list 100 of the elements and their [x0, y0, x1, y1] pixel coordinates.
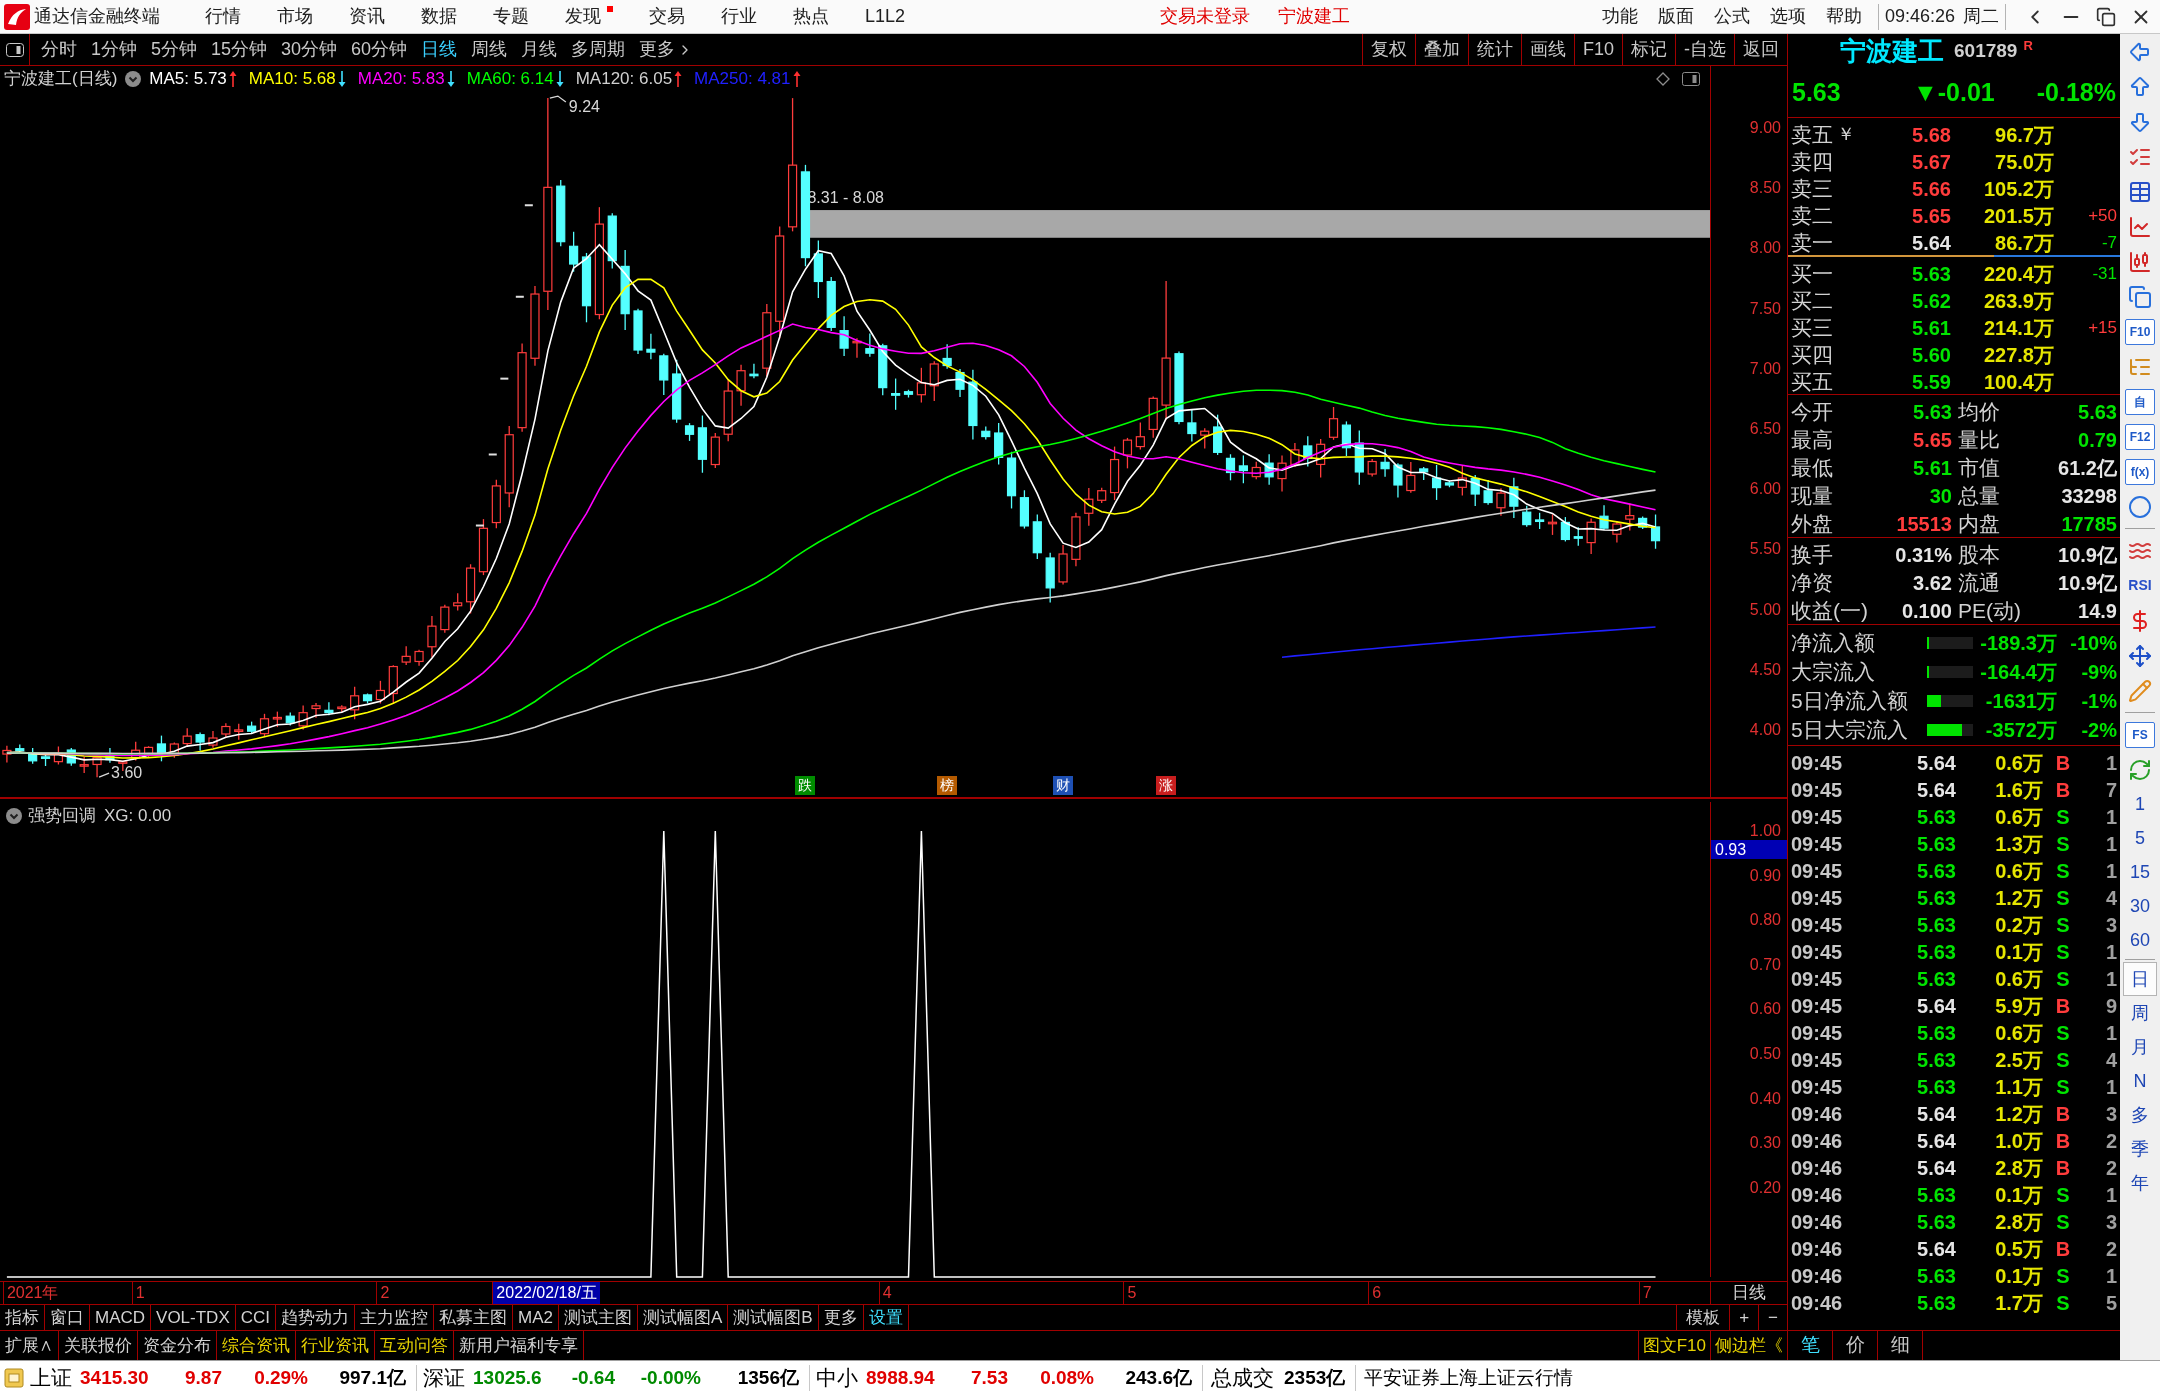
- panel-toggle-icon[interactable]: [4, 1368, 24, 1388]
- candlestick-icon[interactable]: [2128, 249, 2152, 274]
- book-level-label: 买四: [1791, 342, 1833, 368]
- period-tab[interactable]: 周线: [464, 34, 515, 65]
- tool-button[interactable]: f(x): [2125, 458, 2155, 485]
- circle-icon[interactable]: [2128, 494, 2152, 519]
- indicator-tab[interactable]: CCI: [235, 1305, 277, 1330]
- dropdown-icon[interactable]: [125, 71, 142, 87]
- period-tab[interactable]: 日线: [414, 34, 465, 65]
- template-button[interactable]: +: [1729, 1305, 1759, 1330]
- indicator-tab[interactable]: VOL-TDX: [151, 1305, 236, 1330]
- period-tab[interactable]: 60分钟: [344, 34, 415, 65]
- template-button[interactable]: 模板: [1676, 1305, 1730, 1330]
- period-option[interactable]: N: [2123, 1064, 2157, 1098]
- period-tab[interactable]: 更多: [632, 34, 701, 65]
- dropdown-icon[interactable]: [6, 807, 22, 824]
- menu-item[interactable]: 热点: [793, 3, 829, 30]
- tool-button[interactable]: FS: [2125, 721, 2155, 748]
- menu-item[interactable]: 选项: [1759, 3, 1816, 30]
- period-tab[interactable]: 多周期: [564, 34, 633, 65]
- trade-volume: 1.3万: [1994, 832, 2043, 857]
- period-option[interactable]: 周: [2123, 996, 2157, 1030]
- chart-tool-button[interactable]: 统计: [1468, 34, 1522, 65]
- panel-icon[interactable]: [1682, 72, 1700, 86]
- date-label: 2022/02/18/五: [492, 1282, 600, 1304]
- period-tab[interactable]: 分时: [34, 34, 84, 65]
- period-tab[interactable]: 1分钟: [84, 34, 144, 65]
- leader-line: [98, 772, 110, 778]
- move-icon[interactable]: [2128, 643, 2152, 668]
- menu-item[interactable]: 行业: [721, 3, 757, 30]
- event-marker[interactable]: 跌: [795, 776, 816, 795]
- event-marker[interactable]: 涨: [1156, 776, 1177, 795]
- table-icon[interactable]: [2128, 179, 2152, 204]
- period-option[interactable]: 日: [2123, 962, 2157, 996]
- indicator-tab[interactable]: MACD: [90, 1305, 152, 1330]
- indicator-tab[interactable]: 窗口: [45, 1305, 90, 1330]
- menu-item[interactable]: 公式: [1703, 3, 1760, 30]
- tool-button[interactable]: F10: [2125, 318, 2155, 345]
- login-status[interactable]: 交易未登录: [1160, 3, 1251, 30]
- period-option[interactable]: 1: [2123, 787, 2157, 821]
- menu-item[interactable]: 市场: [277, 3, 313, 30]
- period-tab[interactable]: 15分钟: [204, 34, 275, 65]
- indicator-tab[interactable]: 测试幅图A: [638, 1305, 729, 1330]
- tool-label[interactable]: RSI: [2128, 575, 2152, 596]
- indicator-tab[interactable]: 测试主图: [559, 1305, 638, 1330]
- event-marker[interactable]: 榜: [937, 776, 958, 795]
- event-marker[interactable]: 财: [1053, 776, 1074, 795]
- menu-item[interactable]: 发现: [565, 3, 613, 30]
- menu-item[interactable]: 版面: [1647, 3, 1704, 30]
- value-tick-label: 0.30: [1749, 1134, 1781, 1152]
- windows-icon[interactable]: [2128, 284, 2152, 309]
- menu-item[interactable]: 资讯: [349, 3, 385, 30]
- menu-item[interactable]: 交易: [649, 3, 685, 30]
- indicator-tab[interactable]: 私募主图: [434, 1305, 514, 1330]
- template-button[interactable]: −: [1758, 1305, 1787, 1330]
- chart-tool-button[interactable]: 标记: [1623, 34, 1676, 65]
- period-option[interactable]: 多: [2123, 1098, 2157, 1132]
- period-tab[interactable]: 5分钟: [144, 34, 205, 65]
- period-option[interactable]: 5: [2123, 821, 2157, 855]
- indicator-tab[interactable]: 主力监控: [355, 1305, 435, 1330]
- menu-item[interactable]: 专题: [493, 3, 529, 30]
- chart-tool-button[interactable]: 返回: [1735, 34, 1787, 65]
- chart-tool-button[interactable]: 叠加: [1415, 34, 1469, 65]
- pencil-icon[interactable]: [2128, 678, 2152, 703]
- period-option[interactable]: 月: [2123, 1030, 2157, 1064]
- indicator-tab[interactable]: 设置: [863, 1305, 909, 1330]
- period-option[interactable]: 季: [2123, 1132, 2157, 1166]
- line-chart-icon[interactable]: [2128, 214, 2152, 239]
- arrow-up-icon[interactable]: [2128, 74, 2152, 99]
- trade-price: 5.64: [1916, 751, 1956, 776]
- menu-item[interactable]: 行情: [205, 3, 241, 30]
- indicator-tab[interactable]: MA2: [513, 1305, 559, 1330]
- period-tab[interactable]: 月线: [514, 34, 565, 65]
- menu-item[interactable]: L1L2: [865, 3, 906, 30]
- restore-icon[interactable]: [2096, 6, 2116, 27]
- trade-volume: 1.2万: [1994, 886, 2043, 911]
- tool-button[interactable]: 自: [2125, 388, 2155, 415]
- trade-side: S: [2055, 1048, 2071, 1073]
- chart-tool-button[interactable]: -自选: [1676, 34, 1735, 65]
- indicator-tab[interactable]: 趋势动力: [276, 1305, 356, 1330]
- period-option[interactable]: 15: [2123, 855, 2157, 889]
- indicator-tab[interactable]: 指标: [0, 1305, 45, 1330]
- chart-tool-button[interactable]: 画线: [1521, 34, 1575, 65]
- period-option[interactable]: 60: [2123, 923, 2157, 957]
- chart-tool-button[interactable]: F10: [1574, 34, 1623, 65]
- sidebar-toggle-icon[interactable]: [5, 42, 24, 57]
- refresh-icon[interactable]: [2128, 757, 2152, 782]
- chart-tool-button[interactable]: 复权: [1362, 34, 1416, 65]
- diamond-icon[interactable]: [1656, 72, 1670, 86]
- period-option[interactable]: 30: [2123, 889, 2157, 923]
- menu-item[interactable]: 帮助: [1815, 3, 1872, 30]
- menu-item[interactable]: 功能: [1591, 3, 1648, 30]
- period-tab[interactable]: 30分钟: [274, 34, 345, 65]
- tool-button[interactable]: F12: [2125, 423, 2155, 450]
- menu-item[interactable]: 数据: [421, 3, 457, 30]
- indicator-tab[interactable]: 测试幅图B: [728, 1305, 819, 1330]
- period-option[interactable]: 年: [2123, 1166, 2157, 1200]
- indicator-tab[interactable]: 更多: [818, 1305, 864, 1330]
- stat-value: 5.65: [1912, 427, 1952, 453]
- index-amount: 997.1亿: [338, 1365, 406, 1390]
